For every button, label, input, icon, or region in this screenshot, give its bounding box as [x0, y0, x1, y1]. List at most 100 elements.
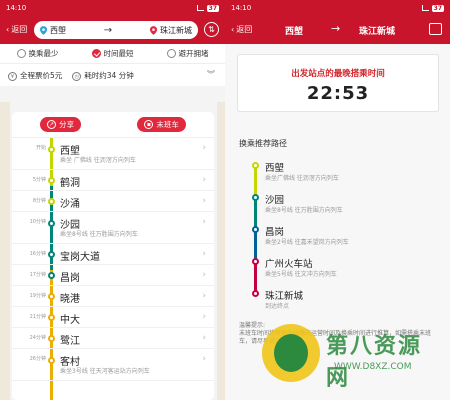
stop-dot-icon: [48, 198, 55, 205]
stop-name: 晓港: [60, 294, 80, 305]
chevron-right-icon: ›: [202, 333, 206, 343]
route-preference: 换乘最少 时间最短 避开拥堵: [0, 44, 225, 64]
duration-text: 耗时约34 分钟: [84, 70, 134, 80]
share-icon[interactable]: [429, 23, 442, 35]
map-background: [0, 102, 10, 400]
stop-time: 10分钟: [29, 219, 46, 225]
route-selector[interactable]: 西塱 → 珠江新城: [34, 21, 198, 39]
app-header: ‹ 返回 西塱 → 珠江新城: [225, 16, 450, 44]
stop-name: 沙涌: [60, 199, 80, 210]
stop-dot-icon: [252, 194, 259, 201]
stop-row[interactable]: 16分钟 宝岗大道 ›: [12, 244, 214, 265]
route-card: ↗ 分享 ▪ 末班车 开始 西塱 乘坐 广佛线 往沥滘方向列车 › 5分钟 鹤洞 › 8分钟 沙涌 ›…: [12, 112, 214, 400]
map-background: [217, 102, 225, 400]
stop-dot-icon: [252, 290, 259, 297]
chevron-right-icon: ›: [202, 354, 206, 364]
chevron-left-icon: ‹: [6, 25, 10, 34]
chevron-right-icon: ›: [202, 217, 206, 227]
arrow-right-icon: →: [103, 24, 113, 36]
route-detail-screen: 14:10 37 ‹ 返回 西塱 → 珠江新城 ⇅ 换乘最少 时间最短 避开拥堵 …: [0, 0, 225, 400]
stop-row[interactable]: 开始 西塱 乘坐 广佛线 往沥滘方向列车 ›: [12, 138, 214, 170]
battery-icon: 37: [431, 4, 444, 12]
line-segment-line5: [254, 261, 257, 293]
stop-time: 17分钟: [29, 272, 46, 278]
stop-row[interactable]: 8分钟 沙涌 ›: [12, 191, 214, 212]
stop-dot-icon: [252, 258, 259, 265]
stop-line-info: 乘坐8号线 往万胜围方向列车: [60, 231, 138, 238]
line-segment-line2: [254, 229, 257, 261]
stop-row[interactable]: 21分钟 中大 ›: [12, 307, 214, 328]
stop-time: 16分钟: [29, 251, 46, 257]
swap-route-button[interactable]: ⇅: [204, 22, 219, 37]
stop-dot-icon: [48, 293, 55, 300]
app-header: ‹ 返回 西塱 → 珠江新城 ⇅: [0, 16, 225, 44]
stop-dot-icon: [48, 272, 55, 279]
train-icon: ▪: [144, 120, 154, 129]
chevron-right-icon: ›: [202, 270, 206, 280]
radio-checked-icon: [91, 49, 101, 58]
to-station: 珠江新城: [359, 27, 396, 37]
stop-dot-icon: [252, 162, 259, 169]
stop-dot-icon: [48, 251, 55, 258]
battery-icon: 37: [206, 4, 219, 12]
arrow-right-icon: →: [331, 22, 341, 35]
chevron-right-icon: ›: [202, 312, 206, 322]
from-station: 西塱: [285, 27, 304, 37]
stop-name: 宝岗大道: [60, 252, 100, 263]
stop-row[interactable]: 24分钟 鹭江 ›: [12, 328, 214, 349]
back-button[interactable]: ‹ 返回: [231, 24, 252, 35]
clock-icon: ◷: [72, 71, 82, 81]
path-stop-name: 昌岗: [265, 227, 285, 238]
last-train-button[interactable]: ▪ 末班车: [137, 117, 186, 132]
destination-pin-icon: [150, 25, 157, 35]
expand-icon[interactable]: ︾: [207, 69, 215, 80]
option-least-transfer[interactable]: 换乘最少: [16, 48, 59, 59]
stop-time: 26分钟: [29, 356, 46, 362]
stop-time: 19分钟: [29, 293, 46, 299]
path-stop-name: 珠江新城: [265, 291, 304, 302]
yuan-icon: ¥: [8, 71, 17, 81]
last-train-card: 出发站点的最晚搭乘时间 22:53: [237, 54, 439, 112]
stop-row[interactable]: 19分钟 晓港 ›: [12, 286, 214, 307]
path-stop-name: 广州火车站: [265, 259, 313, 270]
stop-row[interactable]: 5分钟 鹤洞 ›: [12, 170, 214, 191]
stop-time: 8分钟: [32, 198, 46, 204]
stop-list: 开始 西塱 乘坐 广佛线 往沥滘方向列车 › 5分钟 鹤洞 › 8分钟 沙涌 › 10分钟 沙园 乘坐8…: [12, 138, 214, 400]
stop-dot-icon: [48, 146, 55, 153]
status-bar: 14:10 37: [225, 0, 450, 16]
stop-time: 24分钟: [29, 335, 46, 341]
stop-name: 鹤洞: [60, 178, 80, 189]
option-shortest-time[interactable]: 时间最短: [91, 48, 134, 59]
last-train-title: 出发站点的最晚搭乘时间: [291, 69, 385, 79]
watermark-url: WWW.D8XZ.COM: [334, 362, 412, 372]
stop-dot-icon: [48, 220, 55, 227]
watermark-text: 第八资源网: [326, 334, 423, 391]
back-button[interactable]: ‹ 返回: [6, 24, 27, 35]
status-time: 14:10: [231, 4, 252, 12]
share-icon: ↗: [47, 120, 57, 129]
fare-text: 全程票价5元: [20, 70, 63, 80]
stop-line-info: 乘坐3号线 往天河客运站方向列车: [60, 368, 150, 375]
origin-station[interactable]: 西塱: [50, 25, 66, 36]
share-button[interactable]: ↗ 分享: [40, 117, 82, 132]
stop-row[interactable]: 10分钟 沙园 乘坐8号线 往万胜围方向列车 ›: [12, 212, 214, 244]
last-train-time: 22:53: [306, 83, 370, 104]
stop-row[interactable]: 17分钟 昌岗 ›: [12, 265, 214, 286]
stop-row[interactable]: 26分钟 客村 乘坐3号线 往天河客运站方向列车 ›: [12, 349, 214, 381]
stop-dot-icon: [48, 177, 55, 184]
path-stop-info: 到达终点: [265, 303, 290, 310]
destination-station[interactable]: 珠江新城: [160, 25, 192, 36]
stop-dot-icon: [48, 314, 55, 321]
path-stop-info: 乘坐2号线 往嘉禾望岗方向列车: [265, 239, 349, 246]
stop-dot-icon: [252, 226, 259, 233]
stop-name: 中大: [60, 315, 80, 326]
chevron-right-icon: ›: [202, 291, 206, 301]
option-avoid-crowd[interactable]: 避开拥堵: [166, 48, 209, 59]
section-title: 换乘推荐路径: [239, 139, 287, 148]
stop-time: 5分钟: [32, 177, 46, 183]
path-stop-info: 乘坐广佛线 往沥滘方向列车: [265, 175, 339, 182]
stop-dot-icon: [48, 357, 55, 364]
line-segment-line8: [254, 197, 257, 229]
radio-icon: [166, 49, 176, 58]
chevron-right-icon: ›: [202, 196, 206, 206]
